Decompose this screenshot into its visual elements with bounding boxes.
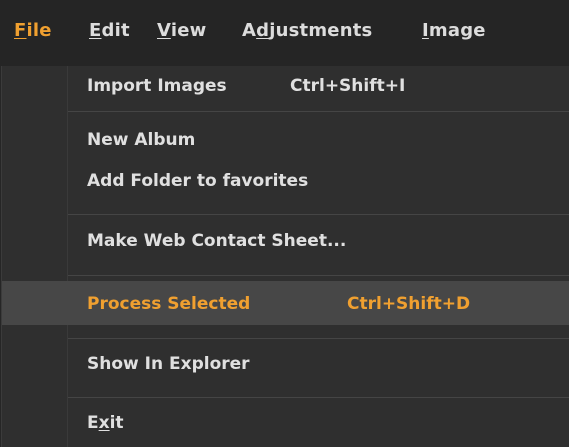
menu-separator <box>68 338 569 339</box>
make-web-contact-sheet-label: Make Web Contact Sheet... <box>87 231 347 251</box>
process-selected-shortcut: Ctrl+Shift+D <box>347 294 471 314</box>
menu-edit-label-rest: dit <box>101 20 130 41</box>
menu-image-mnemonic: I <box>422 20 429 41</box>
menu-view-label-rest: iew <box>170 20 207 41</box>
import-images-shortcut: Ctrl+Shift+I <box>290 76 406 96</box>
menu-file-mnemonic: F <box>14 20 27 41</box>
exit-rest: it <box>109 413 124 433</box>
menu-separator <box>68 275 569 276</box>
exit-mnemonic: x <box>98 413 110 433</box>
menu-adjustments-pre: A <box>242 20 257 41</box>
menu-bar: File Edit View Adjustments Image <box>0 0 569 66</box>
menu-adjustments-mnemonic: d <box>256 20 270 41</box>
menu-adjustments[interactable]: Adjustments <box>242 19 372 43</box>
menu-separator <box>68 111 569 112</box>
menu-file[interactable]: File <box>14 19 52 43</box>
menu-item-process-selected[interactable]: Process Selected Ctrl+Shift+D <box>2 281 569 325</box>
menu-file-label-rest: ile <box>26 20 52 41</box>
add-folder-label: Add Folder to favorites <box>87 171 309 191</box>
menu-adjustments-label-rest: justments <box>269 20 373 41</box>
menu-edit[interactable]: Edit <box>89 19 130 43</box>
menu-image-label-rest: mage <box>428 20 486 41</box>
menu-item-make-web-contact-sheet[interactable]: Make Web Contact Sheet... <box>2 221 569 261</box>
menu-view[interactable]: View <box>157 19 206 43</box>
import-images-label: Import Images <box>87 76 227 96</box>
menu-view-mnemonic: V <box>157 20 171 41</box>
menu-item-add-folder-to-favorites[interactable]: Add Folder to favorites <box>2 161 569 201</box>
exit-pre: E <box>87 413 99 433</box>
show-in-explorer-label: Show In Explorer <box>87 354 250 374</box>
menu-separator <box>68 397 569 398</box>
process-selected-label: Process Selected <box>87 294 251 314</box>
menu-image[interactable]: Image <box>422 19 486 43</box>
exit-label: Exit <box>87 412 124 434</box>
menu-item-exit[interactable]: Exit <box>2 403 569 443</box>
menu-separator <box>68 214 569 215</box>
menu-item-new-album[interactable]: New Album <box>2 120 569 160</box>
app-window: File Edit View Adjustments Image Import … <box>0 0 569 447</box>
menu-edit-mnemonic: E <box>89 20 102 41</box>
file-menu-dropdown: Import Images Ctrl+Shift+I New Album Add… <box>1 66 569 447</box>
menu-item-show-in-explorer[interactable]: Show In Explorer <box>2 344 569 384</box>
menu-item-import-images[interactable]: Import Images Ctrl+Shift+I <box>2 66 569 106</box>
new-album-label: New Album <box>87 130 196 150</box>
